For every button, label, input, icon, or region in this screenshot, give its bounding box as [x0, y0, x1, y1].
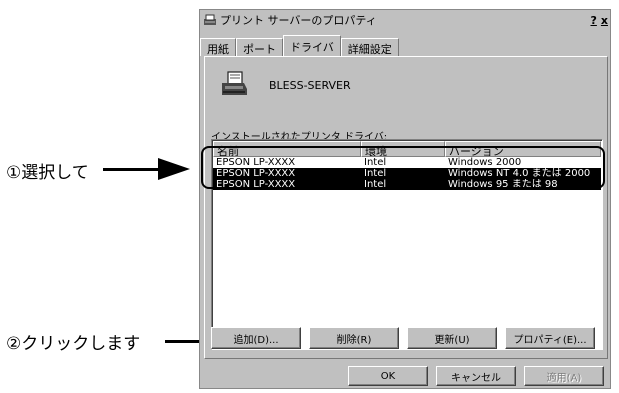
driver-action-buttons: 追加(D)... 削除(R) 更新(U) プロパティ(E)...: [211, 327, 595, 349]
tab-strip: 用紙 ポート ドライバ 詳細設定: [200, 35, 399, 56]
apply-button[interactable]: 適用(A): [524, 366, 604, 386]
remove-button[interactable]: 削除(R): [309, 327, 399, 349]
dialog-footer: OK キャンセル 適用(A): [348, 366, 604, 386]
tab-advanced[interactable]: 詳細設定: [340, 38, 399, 56]
print-server-properties-dialog: プリント サーバーのプロパティ ? x 用紙 ポート ドライバ 詳細設定 BLE…: [199, 9, 611, 389]
close-button[interactable]: x: [601, 15, 608, 26]
tab-paper[interactable]: 用紙: [200, 38, 236, 56]
tab-ports[interactable]: ポート: [236, 38, 283, 56]
drivers-tab-panel: BLESS-SERVER インストールされたプリンタ ドライバ: 名前 環境 バ…: [204, 56, 608, 359]
select-arrow-line: [103, 168, 158, 171]
cancel-button[interactable]: キャンセル: [436, 366, 516, 386]
help-button[interactable]: ?: [591, 15, 597, 26]
title-bar: プリント サーバーのプロパティ ? x: [202, 12, 608, 28]
server-name: BLESS-SERVER: [269, 79, 351, 92]
window-title: プリント サーバーのプロパティ: [220, 14, 377, 27]
printer-title-icon: [204, 14, 216, 25]
callout-click: ②クリックします: [6, 334, 141, 354]
add-button[interactable]: 追加(D)...: [211, 327, 301, 349]
printer-icon: [222, 71, 247, 95]
tab-drivers[interactable]: ドライバ: [283, 35, 341, 56]
callout-select: ①選択して: [6, 163, 89, 183]
select-arrow-head: [158, 158, 190, 180]
ok-button[interactable]: OK: [348, 366, 428, 386]
update-button[interactable]: 更新(U): [407, 327, 497, 349]
selection-highlight-oval: [201, 146, 605, 189]
properties-button[interactable]: プロパティ(E)...: [505, 327, 595, 349]
